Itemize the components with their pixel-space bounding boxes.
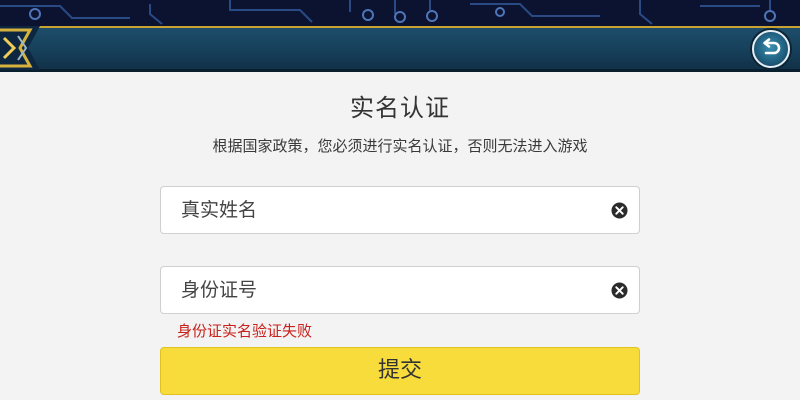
submit-button[interactable]: 提交: [160, 347, 640, 395]
back-button[interactable]: [752, 30, 790, 68]
back-arrow-icon: [763, 38, 781, 55]
page-subtitle: 根据国家政策，您必须进行实名认证，否则无法进入游戏: [212, 137, 588, 155]
name-input[interactable]: [181, 187, 601, 233]
clear-icon[interactable]: [611, 202, 628, 219]
top-banner: [0, 0, 800, 72]
id-number-input[interactable]: [181, 267, 601, 313]
circuit-decoration: [0, 0, 776, 25]
error-message: 身份证实名验证失败: [177, 322, 313, 340]
id-number-field[interactable]: [160, 266, 640, 314]
page-title: 实名认证: [350, 94, 450, 122]
clear-icon[interactable]: [611, 282, 628, 299]
header-bar: [0, 26, 800, 72]
name-field[interactable]: [160, 186, 640, 234]
corner-emblem-icon: [0, 26, 40, 70]
